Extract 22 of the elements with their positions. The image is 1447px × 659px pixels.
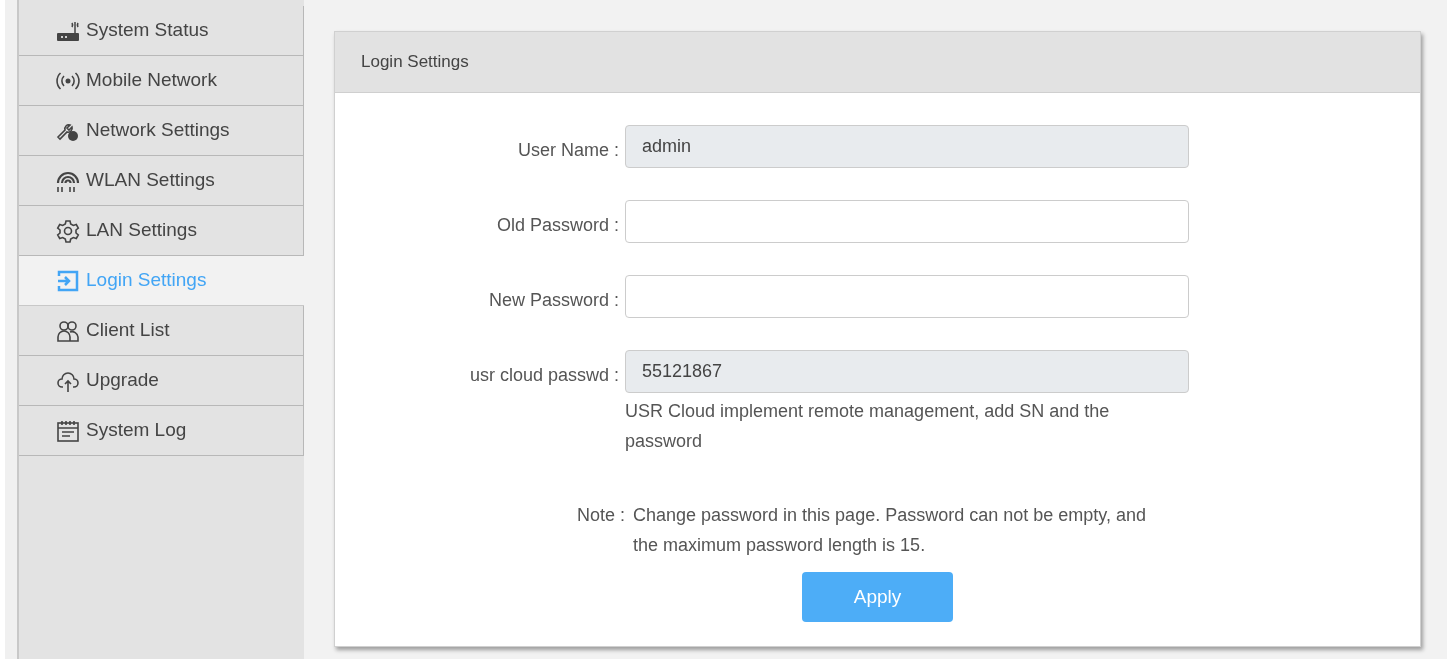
sidebar-item[interactable]: System Status bbox=[19, 6, 304, 56]
sidebar-item[interactable]: WLAN Settings bbox=[19, 156, 304, 206]
login-icon bbox=[56, 268, 80, 293]
input-field[interactable] bbox=[625, 200, 1189, 243]
calendar-icon bbox=[56, 418, 80, 443]
sidebar-item[interactable]: Mobile Network bbox=[19, 56, 304, 106]
sidebar-item[interactable]: LAN Settings bbox=[19, 206, 304, 256]
sidebar-item[interactable]: Upgrade bbox=[19, 356, 304, 406]
gear-icon bbox=[56, 218, 80, 243]
input-field[interactable] bbox=[625, 275, 1189, 318]
help-text: USR Cloud implement remote management, add SN and the password bbox=[625, 400, 1111, 453]
field-label: Old Password : bbox=[495, 214, 620, 237]
field-label: New Password : bbox=[487, 289, 620, 312]
field-label: User Name : bbox=[516, 139, 620, 162]
sidebar-item[interactable]: Client List bbox=[19, 306, 304, 356]
users-icon bbox=[56, 318, 80, 343]
panel-title: Login Settings bbox=[361, 51, 469, 74]
sidebar-item[interactable]: Network Settings bbox=[19, 106, 304, 156]
note-label: Note : bbox=[575, 504, 626, 527]
field-label: usr cloud passwd : bbox=[468, 364, 620, 387]
sidebar-item[interactable]: System Log bbox=[19, 406, 304, 456]
note-text: Change password in this page. Password can not be empty, and the maximum password length is 15. bbox=[633, 504, 1147, 557]
